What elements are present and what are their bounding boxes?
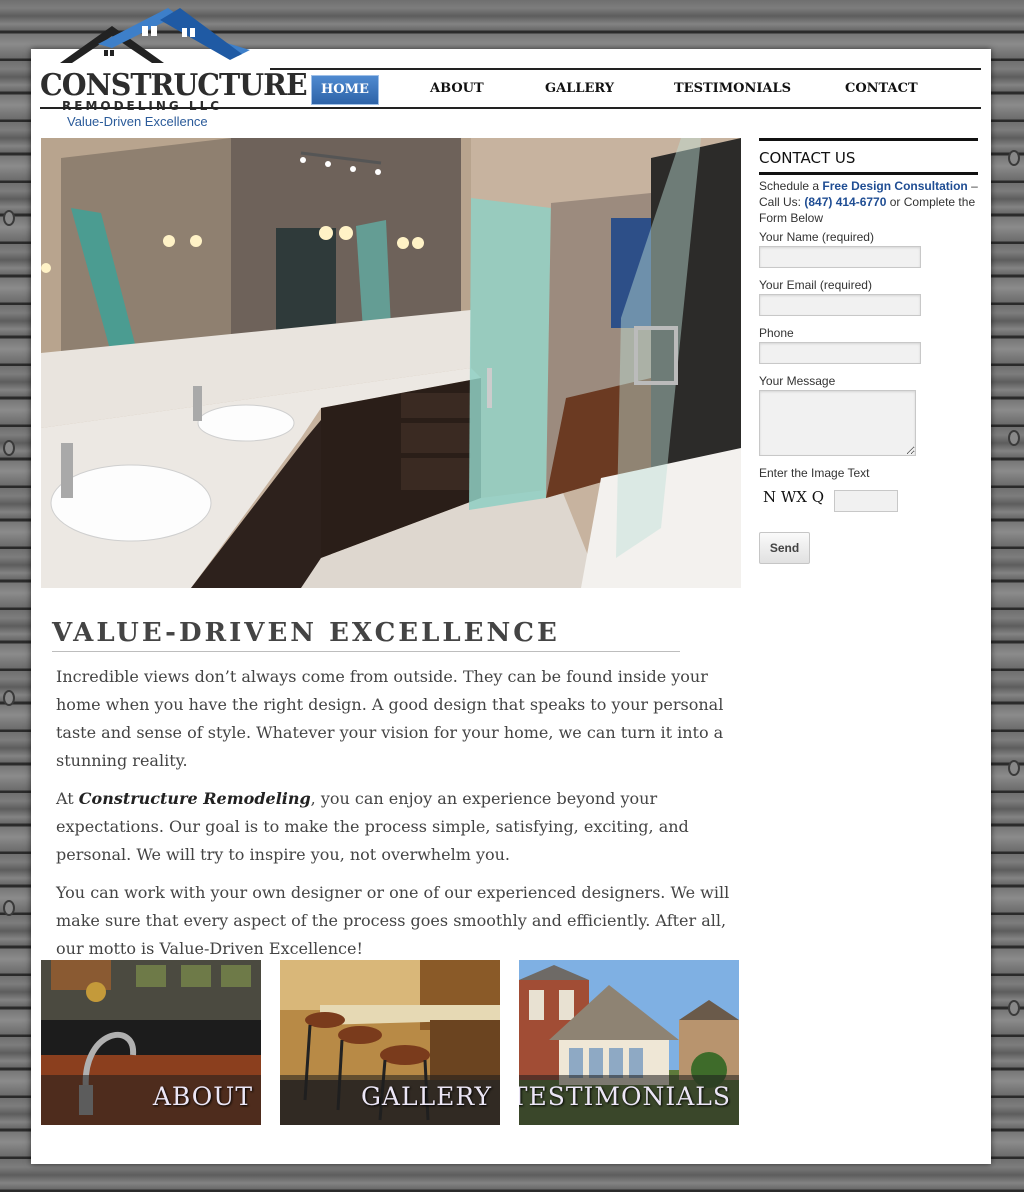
sidebar-divider: [759, 172, 978, 175]
send-button[interactable]: Send: [759, 532, 810, 564]
name-field[interactable]: [759, 246, 921, 268]
nav-item-gallery[interactable]: GALLERY: [545, 75, 614, 103]
logo-tagline: Value-Driven Excellence: [67, 114, 208, 129]
brand-emphasis: Constructure Remodeling: [78, 789, 311, 808]
wood-knot: [3, 900, 15, 916]
paragraph: At Constructure Remodeling, you can enjo…: [56, 785, 746, 869]
wood-knot: [1008, 760, 1020, 776]
nav-divider-top: [270, 68, 981, 70]
captcha-label: Enter the Image Text: [759, 466, 870, 480]
nav-item-testimonials[interactable]: TESTIMONIALS: [674, 75, 791, 103]
message-label: Your Message: [759, 374, 836, 388]
name-label: Your Name (required): [759, 230, 874, 244]
heading-divider: [52, 651, 680, 652]
wood-knot: [3, 440, 15, 456]
phone-label: Phone: [759, 326, 794, 340]
wood-knot: [1008, 150, 1020, 166]
gallery-tile-label: GALLERY: [360, 1082, 492, 1111]
paragraph: You can work with your own designer or o…: [56, 883, 730, 958]
contact-title: CONTACT US: [759, 149, 856, 167]
wood-knot: [1008, 430, 1020, 446]
intro-prefix: Schedule a: [759, 179, 823, 193]
email-field[interactable]: [759, 294, 921, 316]
free-consultation-link[interactable]: Free Design Consultation: [822, 179, 967, 193]
testimonials-tile[interactable]: TESTIMONIALS: [519, 960, 739, 1125]
nav-item-about[interactable]: ABOUT: [430, 75, 484, 103]
paragraph: Incredible views don’t always come from …: [56, 667, 724, 770]
email-label: Your Email (required): [759, 278, 872, 292]
wood-knot: [3, 690, 15, 706]
main-nav: HOME ABOUT GALLERY TESTIMONIALS CONTACT: [0, 72, 1024, 106]
nav-item-home[interactable]: HOME: [311, 75, 379, 105]
about-tile[interactable]: ABOUT: [41, 960, 261, 1125]
nav-divider-bottom: [40, 107, 981, 109]
contact-intro: Schedule a Free Design Consultation – Ca…: [759, 178, 979, 226]
phone-field[interactable]: [759, 342, 921, 364]
phone-link[interactable]: (847) 414-6770: [804, 195, 886, 209]
captcha-row: N WX Q: [759, 484, 979, 514]
gallery-tile[interactable]: GALLERY: [280, 960, 500, 1125]
about-tile-label: ABOUT: [152, 1082, 253, 1111]
captcha-image-text: N WX Q: [763, 488, 825, 506]
wood-knot: [1008, 1000, 1020, 1016]
hero-image-bathroom: [41, 138, 741, 588]
house-roof-icon: [60, 8, 250, 63]
captcha-field[interactable]: [834, 490, 898, 512]
sidebar-divider: [759, 138, 978, 141]
main-heading: VALUE-DRIVEN EXCELLENCE: [52, 618, 560, 648]
wood-knot: [3, 210, 15, 226]
testimonials-tile-label: TESTIMONIALS: [519, 1082, 731, 1111]
nav-item-contact[interactable]: CONTACT: [845, 75, 918, 103]
contact-sidebar: CONTACT US Schedule a Free Design Consul…: [759, 138, 979, 564]
message-field[interactable]: [759, 390, 916, 456]
p2-prefix: At: [56, 789, 79, 808]
main-body-text: Incredible views don’t always come from …: [56, 663, 746, 973]
